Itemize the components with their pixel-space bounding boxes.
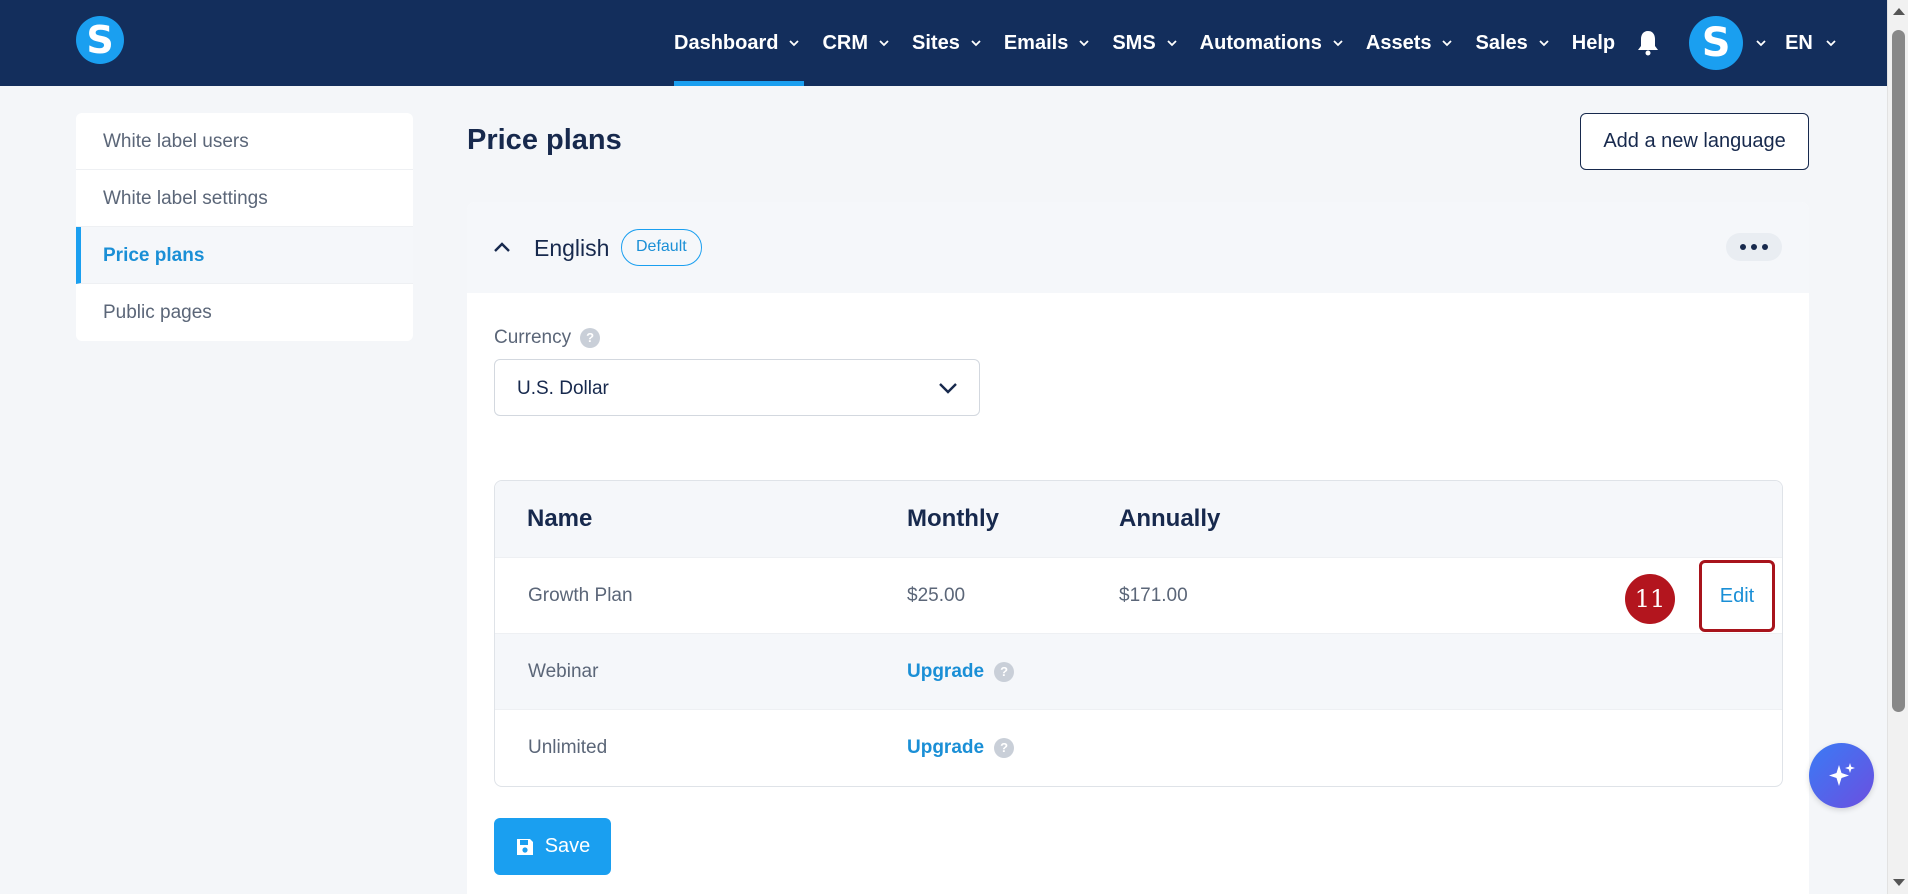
language-name: English — [534, 235, 610, 261]
top-navigation-bar: S Dashboard CRM Sites Emails SMS Automat… — [0, 0, 1887, 86]
currency-label: Currency — [494, 327, 572, 348]
nav-item-label: Dashboard — [674, 31, 779, 54]
nav-item-help[interactable]: Help — [1572, 0, 1615, 86]
price-plans-table: Name Monthly Annually Growth Plan $25.00… — [494, 480, 1783, 787]
help-icon[interactable]: ? — [994, 662, 1015, 682]
upgrade-link[interactable]: Upgrade ? — [907, 737, 1015, 759]
save-button[interactable]: Save — [494, 818, 611, 875]
chevron-down-icon[interactable] — [1755, 37, 1767, 49]
currency-label-row: Currency ? — [494, 327, 601, 349]
chevron-down-icon — [1442, 40, 1453, 47]
sparkles-icon — [1828, 762, 1855, 786]
sidebar-item-white-label-users[interactable]: White label users — [76, 113, 413, 170]
currency-value: U.S. Dollar — [517, 378, 609, 399]
nav-item-label: SMS — [1112, 31, 1156, 54]
chevron-down-icon — [1333, 40, 1343, 47]
sidebar-item-public-pages[interactable]: Public pages — [76, 284, 413, 341]
more-options-icon[interactable] — [1726, 233, 1782, 261]
table-header: Name Monthly Annually — [495, 481, 1782, 557]
plan-monthly-price: $25.00 — [907, 585, 966, 606]
nav-item-label: Assets — [1365, 31, 1432, 54]
plan-annual-price: $171.00 — [1119, 585, 1188, 606]
add-language-button[interactable]: Add a new language — [1580, 113, 1809, 170]
language-switcher[interactable]: EN — [1785, 32, 1837, 55]
nav-item-sales[interactable]: Sales — [1475, 0, 1549, 86]
sidebar-item-white-label-settings[interactable]: White label settings — [76, 170, 413, 227]
save-label: Save — [544, 835, 591, 857]
nav-item-emails[interactable]: Emails — [1004, 0, 1090, 86]
chevron-down-icon — [971, 40, 981, 47]
upgrade-link[interactable]: Upgrade ? — [907, 661, 1015, 683]
chevron-down-icon — [1167, 40, 1177, 47]
nav-item-label: Emails — [1003, 31, 1069, 54]
settings-sidebar: White label users White label settings P… — [76, 113, 413, 341]
plan-name: Webinar — [528, 661, 599, 682]
floppy-disk-icon — [516, 838, 533, 855]
upgrade-label: Upgrade — [907, 737, 985, 758]
column-header-annually: Annually — [1119, 505, 1221, 532]
nav-item-crm[interactable]: CRM — [822, 0, 890, 86]
scrollbar-thumb[interactable] — [1892, 30, 1905, 712]
nav-item-automations[interactable]: Automations — [1200, 0, 1344, 86]
step-number-badge: 11 — [1625, 574, 1675, 624]
default-badge: Default — [621, 229, 702, 266]
column-header-name: Name — [527, 505, 593, 532]
table-row: Unlimited Upgrade ? — [495, 709, 1782, 786]
chevron-down-icon — [939, 383, 957, 394]
nav-item-sms[interactable]: SMS — [1112, 0, 1177, 86]
nav-item-assets[interactable]: Assets — [1366, 0, 1454, 86]
chevron-down-icon — [1826, 40, 1836, 47]
language-card: English Default Currency ? U.S. Dollar N… — [467, 202, 1809, 894]
nav-item-label: CRM — [822, 31, 869, 54]
nav-item-sites[interactable]: Sites — [912, 0, 982, 86]
nav-item-label: Sales — [1475, 31, 1528, 54]
upgrade-label: Upgrade — [907, 661, 985, 682]
sidebar-item-price-plans[interactable]: Price plans — [76, 227, 413, 284]
chevron-down-icon — [1079, 40, 1089, 47]
help-icon[interactable]: ? — [580, 328, 601, 348]
page-scrollbar[interactable] — [1887, 0, 1908, 894]
table-row: Webinar Upgrade ? — [495, 633, 1782, 709]
table-row: Growth Plan $25.00 $171.00 11 Edit — [495, 557, 1782, 633]
app-logo[interactable]: S — [76, 16, 124, 64]
scroll-up-arrow-icon[interactable] — [1893, 8, 1905, 15]
ai-assistant-button[interactable] — [1809, 743, 1874, 808]
chevron-down-icon — [789, 40, 800, 47]
nav-item-label: Automations — [1199, 31, 1322, 54]
chevron-down-icon — [879, 40, 889, 47]
main-nav: Dashboard CRM Sites Emails SMS Automatio… — [674, 0, 1837, 86]
scroll-down-arrow-icon[interactable] — [1893, 879, 1905, 886]
nav-item-dashboard[interactable]: Dashboard — [674, 0, 805, 86]
chevron-up-icon[interactable] — [491, 236, 513, 258]
chevron-down-icon — [1539, 40, 1549, 47]
help-icon[interactable]: ? — [994, 738, 1015, 758]
plan-name: Growth Plan — [528, 585, 633, 606]
column-header-monthly: Monthly — [907, 505, 999, 532]
plan-name: Unlimited — [528, 737, 608, 758]
bell-icon[interactable] — [1637, 29, 1663, 57]
nav-item-label: Sites — [912, 31, 960, 54]
page-title: Price plans — [467, 124, 622, 156]
edit-plan-button[interactable]: Edit — [1699, 560, 1775, 632]
language-card-header: English Default — [467, 202, 1809, 293]
avatar[interactable]: S — [1689, 16, 1744, 70]
language-label: EN — [1785, 31, 1813, 54]
currency-select[interactable]: U.S. Dollar — [494, 359, 980, 416]
